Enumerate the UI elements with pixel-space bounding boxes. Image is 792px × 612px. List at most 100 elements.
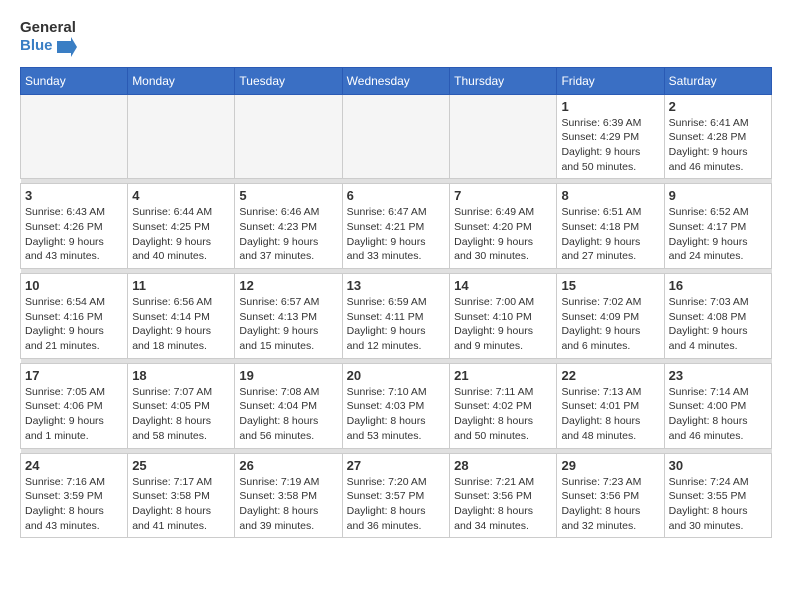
day-number: 20 [347, 368, 446, 383]
day-number: 12 [239, 278, 337, 293]
logo-blue: Blue [20, 37, 77, 57]
day-number: 25 [132, 458, 230, 473]
calendar-day-cell: 7 Sunrise: 6:49 AMSunset: 4:20 PMDaylight… [450, 184, 557, 269]
day-info: Sunrise: 7:03 AMSunset: 4:08 PMDaylight:… [669, 295, 767, 354]
day-number: 21 [454, 368, 552, 383]
day-number: 26 [239, 458, 337, 473]
day-number: 7 [454, 188, 552, 203]
day-info: Sunrise: 7:00 AMSunset: 4:10 PMDaylight:… [454, 295, 552, 354]
calendar-day-cell: 2 Sunrise: 6:41 AMSunset: 4:28 PMDaylight… [664, 94, 771, 179]
day-info: Sunrise: 7:07 AMSunset: 4:05 PMDaylight:… [132, 385, 230, 444]
calendar-day-cell: 10 Sunrise: 6:54 AMSunset: 4:16 PMDayligh… [21, 274, 128, 359]
calendar-day-cell: 13 Sunrise: 6:59 AMSunset: 4:11 PMDayligh… [342, 274, 450, 359]
day-of-week-header: Friday [557, 67, 664, 94]
day-of-week-header: Tuesday [235, 67, 342, 94]
day-number: 15 [561, 278, 659, 293]
header: General Blue [20, 20, 772, 57]
calendar-day-cell: 28Sunrise: 7:21 AMSunset: 3:56 PMDayligh… [450, 453, 557, 538]
day-number: 22 [561, 368, 659, 383]
day-info: Sunrise: 6:43 AMSunset: 4:26 PMDaylight:… [25, 205, 123, 264]
day-number: 23 [669, 368, 767, 383]
day-number: 19 [239, 368, 337, 383]
day-of-week-header: Saturday [664, 67, 771, 94]
calendar-day-cell: 24 Sunrise: 7:16 AMSunset: 3:59 PMDayligh… [21, 453, 128, 538]
calendar-day-cell: 23 Sunrise: 7:14 AMSunset: 4:00 PMDayligh… [664, 363, 771, 448]
day-info: Sunrise: 6:51 AMSunset: 4:18 PMDaylight:… [561, 205, 659, 264]
day-number: 27 [347, 458, 446, 473]
day-info: Sunrise: 6:59 AMSunset: 4:11 PMDaylight:… [347, 295, 446, 354]
day-info: Sunrise: 7:24 AMSunset: 3:55 PMDaylight:… [669, 475, 767, 534]
day-number: 30 [669, 458, 767, 473]
calendar-day-cell: 3 Sunrise: 6:43 AMSunset: 4:26 PMDaylight… [21, 184, 128, 269]
calendar-day-cell [342, 94, 450, 179]
calendar-day-cell: 27 Sunrise: 7:20 AMSunset: 3:57 PMDayligh… [342, 453, 450, 538]
day-number: 1 [561, 99, 659, 114]
calendar-day-cell: 17 Sunrise: 7:05 AMSunset: 4:06 PMDayligh… [21, 363, 128, 448]
day-info: Sunrise: 7:08 AMSunset: 4:04 PMDaylight:… [239, 385, 337, 444]
day-info: Sunrise: 6:47 AMSunset: 4:21 PMDaylight:… [347, 205, 446, 264]
calendar-day-cell: 30 Sunrise: 7:24 AMSunset: 3:55 PMDayligh… [664, 453, 771, 538]
calendar-day-cell: 11 Sunrise: 6:56 AMSunset: 4:14 PMDayligh… [128, 274, 235, 359]
day-info: Sunrise: 7:17 AMSunset: 3:58 PMDaylight:… [132, 475, 230, 534]
day-info: Sunrise: 6:56 AMSunset: 4:14 PMDaylight:… [132, 295, 230, 354]
day-number: 10 [25, 278, 123, 293]
calendar-day-cell: 29 Sunrise: 7:23 AMSunset: 3:56 PMDayligh… [557, 453, 664, 538]
day-number: 8 [561, 188, 659, 203]
day-number: 17 [25, 368, 123, 383]
day-info: Sunrise: 7:02 AMSunset: 4:09 PMDaylight:… [561, 295, 659, 354]
calendar-day-cell: 16Sunrise: 7:03 AMSunset: 4:08 PMDayligh… [664, 274, 771, 359]
calendar-week-row: 3 Sunrise: 6:43 AMSunset: 4:26 PMDaylight… [21, 184, 772, 269]
day-number: 2 [669, 99, 767, 114]
calendar-day-cell [128, 94, 235, 179]
day-info: Sunrise: 6:52 AMSunset: 4:17 PMDaylight:… [669, 205, 767, 264]
calendar-day-cell [235, 94, 342, 179]
calendar-day-cell [21, 94, 128, 179]
calendar-day-cell: 6 Sunrise: 6:47 AMSunset: 4:21 PMDaylight… [342, 184, 450, 269]
day-number: 5 [239, 188, 337, 203]
day-info: Sunrise: 7:19 AMSunset: 3:58 PMDaylight:… [239, 475, 337, 534]
day-info: Sunrise: 7:21 AMSunset: 3:56 PMDaylight:… [454, 475, 552, 534]
day-of-week-header: Wednesday [342, 67, 450, 94]
day-info: Sunrise: 7:16 AMSunset: 3:59 PMDaylight:… [25, 475, 123, 534]
calendar-day-cell: 26 Sunrise: 7:19 AMSunset: 3:58 PMDayligh… [235, 453, 342, 538]
day-number: 6 [347, 188, 446, 203]
day-number: 3 [25, 188, 123, 203]
calendar-day-cell: 18 Sunrise: 7:07 AMSunset: 4:05 PMDayligh… [128, 363, 235, 448]
day-info: Sunrise: 6:39 AMSunset: 4:29 PMDaylight:… [561, 116, 659, 175]
day-number: 29 [561, 458, 659, 473]
day-info: Sunrise: 7:14 AMSunset: 4:00 PMDaylight:… [669, 385, 767, 444]
day-info: Sunrise: 6:57 AMSunset: 4:13 PMDaylight:… [239, 295, 337, 354]
day-info: Sunrise: 7:23 AMSunset: 3:56 PMDaylight:… [561, 475, 659, 534]
day-info: Sunrise: 6:44 AMSunset: 4:25 PMDaylight:… [132, 205, 230, 264]
calendar-day-cell: 5Sunrise: 6:46 AMSunset: 4:23 PMDaylight… [235, 184, 342, 269]
calendar-day-cell: 25 Sunrise: 7:17 AMSunset: 3:58 PMDayligh… [128, 453, 235, 538]
calendar-header-row: SundayMondayTuesdayWednesdayThursdayFrid… [21, 67, 772, 94]
day-info: Sunrise: 7:11 AMSunset: 4:02 PMDaylight:… [454, 385, 552, 444]
day-info: Sunrise: 6:49 AMSunset: 4:20 PMDaylight:… [454, 205, 552, 264]
logo-container: General Blue [20, 20, 77, 57]
day-number: 11 [132, 278, 230, 293]
calendar-day-cell: 4 Sunrise: 6:44 AMSunset: 4:25 PMDaylight… [128, 184, 235, 269]
calendar-table: SundayMondayTuesdayWednesdayThursdayFrid… [20, 67, 772, 539]
calendar-week-row: 24 Sunrise: 7:16 AMSunset: 3:59 PMDayligh… [21, 453, 772, 538]
day-info: Sunrise: 6:41 AMSunset: 4:28 PMDaylight:… [669, 116, 767, 175]
calendar-day-cell [450, 94, 557, 179]
calendar-day-cell: 20Sunrise: 7:10 AMSunset: 4:03 PMDayligh… [342, 363, 450, 448]
day-number: 14 [454, 278, 552, 293]
day-number: 4 [132, 188, 230, 203]
day-number: 9 [669, 188, 767, 203]
logo-general: General [20, 20, 77, 37]
day-info: Sunrise: 6:54 AMSunset: 4:16 PMDaylight:… [25, 295, 123, 354]
day-number: 18 [132, 368, 230, 383]
calendar-day-cell: 8 Sunrise: 6:51 AMSunset: 4:18 PMDaylight… [557, 184, 664, 269]
logo-arrow-icon [57, 37, 77, 57]
day-info: Sunrise: 7:05 AMSunset: 4:06 PMDaylight:… [25, 385, 123, 444]
calendar-day-cell: 12 Sunrise: 6:57 AMSunset: 4:13 PMDayligh… [235, 274, 342, 359]
day-number: 13 [347, 278, 446, 293]
day-info: Sunrise: 7:20 AMSunset: 3:57 PMDaylight:… [347, 475, 446, 534]
calendar-day-cell: 1 Sunrise: 6:39 AMSunset: 4:29 PMDaylight… [557, 94, 664, 179]
day-info: Sunrise: 7:13 AMSunset: 4:01 PMDaylight:… [561, 385, 659, 444]
calendar-day-cell: 14 Sunrise: 7:00 AMSunset: 4:10 PMDayligh… [450, 274, 557, 359]
calendar-day-cell: 9 Sunrise: 6:52 AMSunset: 4:17 PMDaylight… [664, 184, 771, 269]
day-number: 24 [25, 458, 123, 473]
